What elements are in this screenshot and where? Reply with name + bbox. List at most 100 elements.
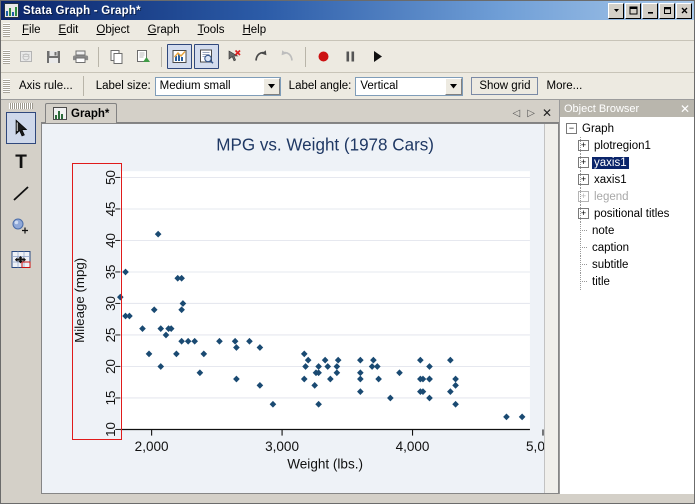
toolbar-separator [305,46,306,67]
tree-node-plotregion1[interactable]: + plotregion1 [564,137,694,154]
chevron-down-icon[interactable] [262,77,280,95]
svg-text:40: 40 [103,233,118,248]
object-browser-panel: Object Browser ✕ − Graph + plotregion1 + yaxi… [559,100,694,494]
inspect-icon[interactable] [194,44,219,69]
svg-text:15: 15 [103,391,118,406]
grid-move-tool[interactable] [6,244,36,276]
svg-text:T: T [15,152,27,172]
tree-label: plotregion1 [594,139,651,152]
tree-label-graph: Graph [582,122,614,135]
object-browser-title: Object Browser [564,102,640,115]
canvas-vertical-scrollbar[interactable] [544,124,558,493]
menu-help[interactable]: Help [233,22,275,38]
label-angle-combo[interactable]: Vertical [355,76,464,96]
tab-navigation: ◁ ▷ ✕ [513,106,559,122]
svg-text:50: 50 [103,170,118,185]
toolbar-grip[interactable] [3,49,10,64]
maximize-icon[interactable] [659,2,675,19]
collapse-icon[interactable]: − [566,123,577,134]
tree-node-subtitle[interactable]: subtitle [564,256,694,273]
tree-label: subtitle [592,258,629,271]
status-bar [1,494,694,503]
tree-label: xaxis1 [594,173,627,186]
paste-graph-icon[interactable] [131,44,156,69]
tree-label: title [592,275,610,288]
tab-prev-icon[interactable]: ◁ [513,108,521,119]
object-browser-close-icon[interactable]: ✕ [680,103,690,115]
add-marker-tool[interactable] [6,211,36,243]
tree-label: caption [592,241,630,254]
pointer-tool[interactable] [6,112,36,144]
svg-text:25: 25 [103,328,118,343]
workspace: T Graph* ◁ ▷ ✕ MPG vs. Weight (1978 Cars… [1,100,694,494]
undo-icon[interactable] [275,44,300,69]
text-tool[interactable]: T [6,145,36,177]
print-icon[interactable] [68,44,93,69]
tree-node-note[interactable]: note [564,222,694,239]
svg-text:4,000: 4,000 [396,439,430,454]
menu-edit[interactable]: Edit [50,22,88,38]
graph-canvas[interactable]: MPG vs. Weight (1978 Cars) 10 15 20 25 30 35 40… [42,124,544,493]
label-angle-label: Label angle: [288,80,352,92]
pause-icon[interactable] [338,44,363,69]
tree-label: positional titles [594,207,670,220]
svg-text:10: 10 [103,422,118,437]
menu-file[interactable]: File [13,22,50,38]
redo-icon[interactable] [248,44,273,69]
line-tool[interactable] [6,178,36,210]
graph-editor-icon[interactable] [167,44,192,69]
window-controls [608,2,692,19]
options-bar: Axis rule... Label size: Medium small La… [1,73,694,100]
menu-bar: File Edit Object Graph Tools Help [1,20,694,41]
play-icon[interactable] [365,44,390,69]
tab-graph[interactable]: Graph* [45,103,118,123]
svg-text:3,000: 3,000 [265,439,299,454]
more-button[interactable]: More... [540,78,588,94]
palette-grip[interactable] [9,103,33,109]
svg-text:2,000: 2,000 [135,439,169,454]
tree-node-graph[interactable]: − Graph [564,120,694,137]
graph-canvas-frame: MPG vs. Weight (1978 Cars) 10 15 20 25 30 35 40… [41,123,559,494]
tab-strip: Graph* ◁ ▷ ✕ [41,100,559,123]
open-icon[interactable] [14,44,39,69]
label-size-value: Medium small [159,80,231,92]
show-grid-button[interactable]: Show grid [471,77,539,95]
tree-node-xaxis1[interactable]: + xaxis1 [564,171,694,188]
minimize-icon[interactable] [642,2,658,19]
scatter-plot[interactable]: MPG vs. Weight (1978 Cars) 10 15 20 25 30 35 40… [42,124,544,493]
menu-graph[interactable]: Graph [139,22,189,38]
svg-text:45: 45 [103,202,118,217]
bar-chart-icon [53,107,67,120]
tree-node-legend[interactable]: + legend [564,188,694,205]
copy-icon[interactable] [104,44,129,69]
tree-label: note [592,224,615,237]
close-icon[interactable] [676,2,692,19]
svg-text:35: 35 [103,265,118,280]
tree-node-positional-titles[interactable]: + positional titles [564,205,694,222]
menu-object[interactable]: Object [87,22,138,38]
tab-next-icon[interactable]: ▷ [527,108,535,119]
tree-node-title[interactable]: title [564,273,694,290]
tree-node-yaxis1[interactable]: + yaxis1 [564,154,694,171]
options-grip[interactable] [3,79,10,93]
svg-text:Mileage (mpg): Mileage (mpg) [72,258,87,343]
record-icon[interactable] [311,44,336,69]
svg-text:MPG vs. Weight (1978 Cars): MPG vs. Weight (1978 Cars) [216,134,434,154]
save-icon[interactable] [41,44,66,69]
title-bar: Stata Graph - Graph* [1,1,694,20]
menu-tools[interactable]: Tools [189,22,234,38]
options-separator [82,76,84,96]
tree-node-caption[interactable]: caption [564,239,694,256]
label-size-label: Label size: [95,80,151,92]
restore-icon[interactable] [625,2,641,19]
tab-close-icon[interactable]: ✕ [542,106,552,120]
tree-label: yaxis1 [592,156,629,169]
axis-rule-button[interactable]: Axis rule... [13,78,79,94]
label-size-combo[interactable]: Medium small [154,76,281,96]
chevron-down-icon[interactable] [445,77,463,95]
menu-grip[interactable] [3,23,10,37]
tool-palette: T [1,100,41,494]
object-tree[interactable]: − Graph + plotregion1 + yaxis1 + xaxis1 + legend +… [560,117,694,494]
restore-small-icon[interactable] [608,2,624,19]
delete-icon[interactable] [221,44,246,69]
